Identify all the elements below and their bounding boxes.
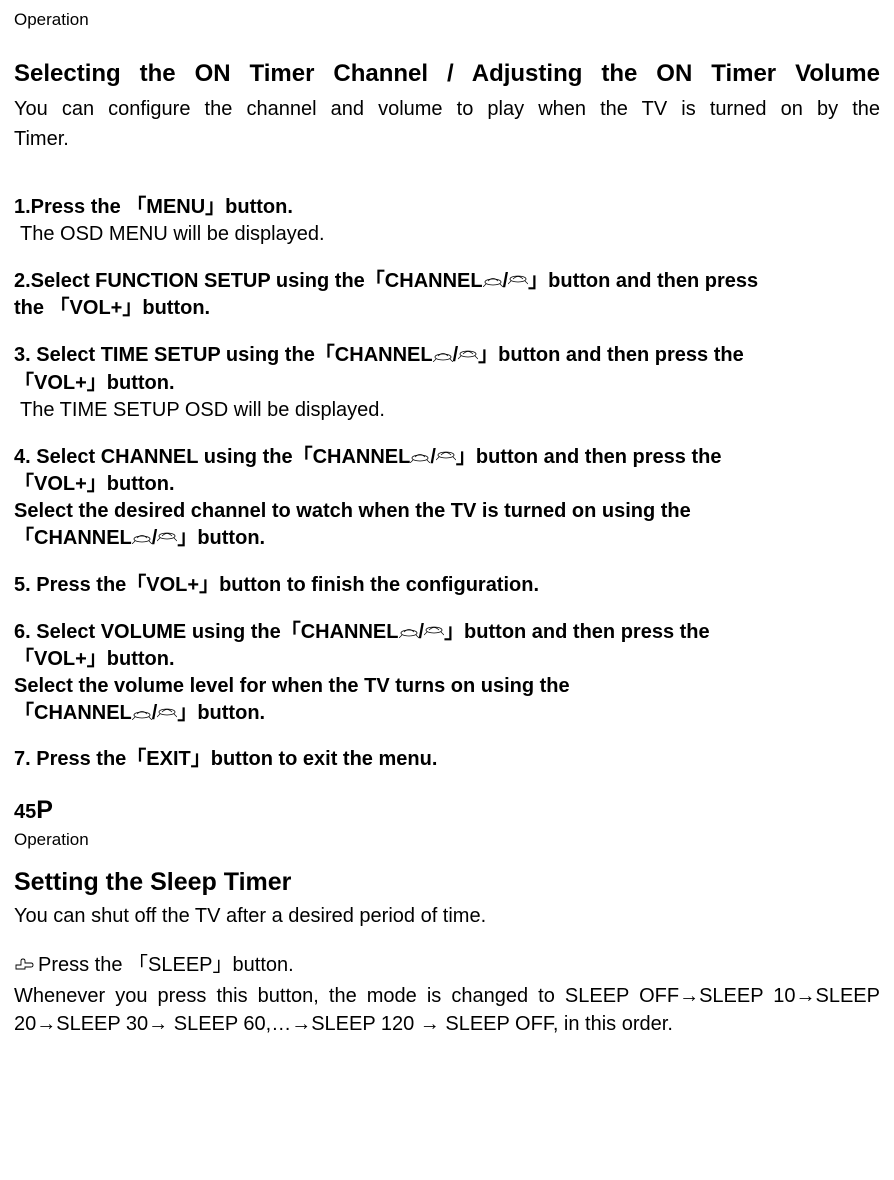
step-1: 1.Press the 「MENU」button. The OSD MENU w…	[14, 194, 880, 248]
sleep-detail-line2: 20→SLEEP 30→ SLEEP 60,…→SLEEP 120 → SLEE…	[14, 1010, 880, 1038]
intro-text-line2: Timer.	[14, 124, 880, 154]
step-2-line1: 2.Select FUNCTION SETUP using the「CHANNE…	[14, 268, 880, 295]
ufo-down-icon	[157, 525, 177, 552]
step-5: 5. Press the「VOL+」button to finish the c…	[14, 572, 880, 599]
step-3-note: The TIME SETUP OSD will be displayed.	[20, 397, 880, 424]
step-4-line3: Select the desired channel to watch when…	[14, 498, 880, 525]
step-6-line1: 6. Select VOLUME using the「CHANNEL/」butt…	[14, 619, 880, 646]
intro-text-line1: You can configure the channel and volume…	[14, 94, 880, 124]
step-4: 4. Select CHANNEL using the「CHANNEL/」but…	[14, 444, 880, 552]
ufo-down-icon	[424, 619, 444, 646]
step-6-line2: 「VOL+」button.	[14, 646, 880, 673]
step-7-line: 7. Press the「EXIT」button to exit the men…	[14, 746, 880, 773]
ufo-up-icon	[132, 525, 152, 552]
ufo-down-icon	[458, 343, 478, 370]
section-header: Operation	[14, 8, 880, 32]
section-title: Selecting the ON Timer Channel / Adjusti…	[14, 58, 880, 90]
step-2-line2: the 「VOL+」button.	[14, 295, 880, 322]
step-4-line4: 「CHANNEL/」button.	[14, 525, 880, 552]
step-1-title: 1.Press the 「MENU」button.	[14, 194, 880, 221]
ufo-down-icon	[436, 444, 456, 471]
step-1-note: The OSD MENU will be displayed.	[20, 221, 880, 248]
step-6-line4: 「CHANNEL/」button.	[14, 700, 880, 727]
section-header-2: Operation	[14, 828, 880, 852]
step-6: 6. Select VOLUME using the「CHANNEL/」butt…	[14, 619, 880, 727]
section-title-2: Setting the Sleep Timer	[14, 865, 880, 900]
ufo-up-icon	[410, 444, 430, 471]
step-5-line: 5. Press the「VOL+」button to finish the c…	[14, 572, 880, 599]
ufo-down-icon	[508, 268, 528, 295]
ufo-up-icon	[433, 343, 453, 370]
ufo-up-icon	[132, 701, 152, 728]
step-2: 2.Select FUNCTION SETUP using the「CHANNE…	[14, 268, 880, 322]
step-3-line1: 3. Select TIME SETUP using the「CHANNEL/」…	[14, 342, 880, 369]
step-7: 7. Press the「EXIT」button to exit the men…	[14, 746, 880, 773]
page-number: 45P	[14, 793, 880, 828]
step-4-line2: 「VOL+」button.	[14, 471, 880, 498]
ufo-up-icon	[483, 268, 503, 295]
step-3: 3. Select TIME SETUP using the「CHANNEL/」…	[14, 342, 880, 423]
step-3-line2: 「VOL+」button.	[14, 370, 880, 397]
sleep-detail: Whenever you press this button, the mode…	[14, 982, 880, 1038]
intro-text-2: You can shut off the TV after a desired …	[14, 902, 880, 930]
sleep-step: Press the 「SLEEP」button.	[14, 952, 880, 979]
step-6-line3: Select the volume level for when the TV …	[14, 673, 880, 700]
pointing-hand-icon	[14, 953, 36, 980]
ufo-down-icon	[157, 701, 177, 728]
step-4-line1: 4. Select CHANNEL using the「CHANNEL/」but…	[14, 444, 880, 471]
sleep-detail-line1: Whenever you press this button, the mode…	[14, 982, 880, 1010]
ufo-up-icon	[399, 619, 419, 646]
